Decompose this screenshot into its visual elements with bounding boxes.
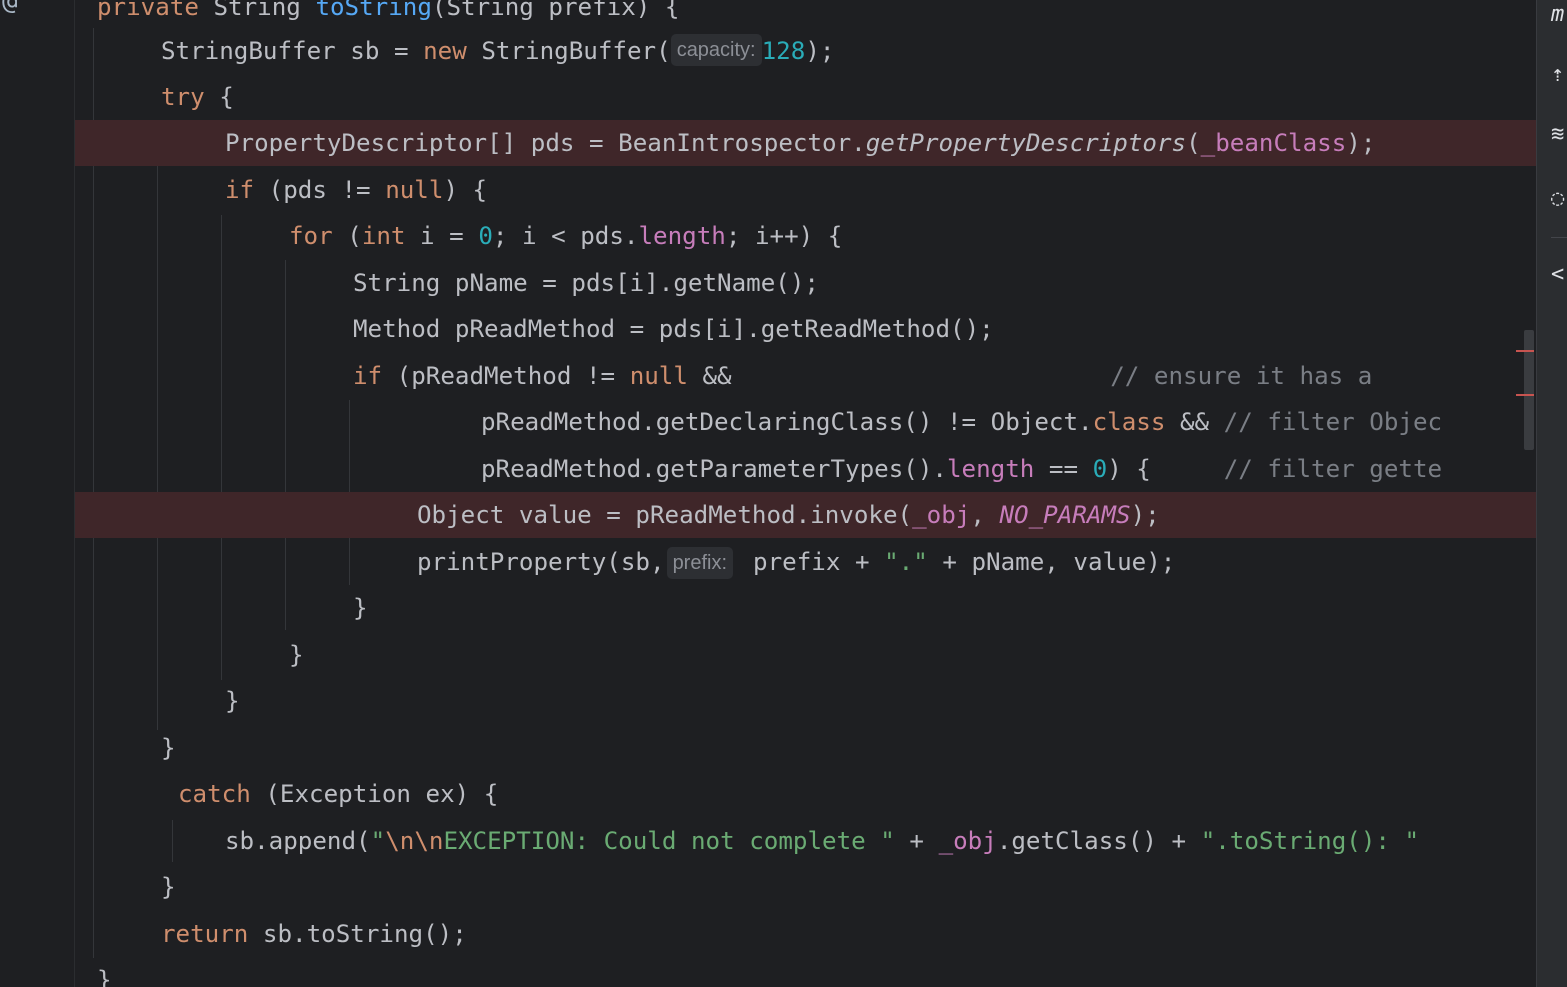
code-line-breakpoint[interactable]: Object value = pReadMethod.invoke(_obj, … [75,492,1536,538]
panel-separator [1551,237,1567,238]
up-arrow-icon[interactable]: ⇡ [1551,62,1564,87]
code-line[interactable]: } [75,725,1536,771]
code-line[interactable]: sb.append("\n\nEXCEPTION: Could not comp… [75,818,1536,864]
code-editor[interactable]: @ private String toString(String prefix)… [0,0,1536,987]
code-area[interactable]: private String toString(String prefix) {… [75,0,1536,987]
share-icon[interactable]: < [1551,262,1564,287]
error-stripe-marker[interactable] [1516,350,1534,352]
m-icon[interactable]: m [1551,2,1564,27]
parameter-hint: prefix: [666,547,734,579]
structure-icon[interactable]: ≋ [1551,122,1564,147]
scrollbar-thumb[interactable] [1524,330,1534,450]
code-line[interactable]: pReadMethod.getDeclaringClass() != Objec… [75,399,1536,445]
code-line[interactable]: return sb.toString(); [75,911,1536,957]
code-line[interactable]: if (pds != null) { [75,167,1536,213]
override-marker-icon[interactable]: @ [2,0,18,16]
gutter[interactable]: @ [0,0,75,987]
code-line[interactable]: } [75,632,1536,678]
lasso-icon[interactable]: ◌ [1551,186,1564,211]
code-line[interactable]: if (pReadMethod != null && // ensure it … [75,353,1536,399]
code-line[interactable]: } [75,957,1536,987]
code-line-breakpoint[interactable]: PropertyDescriptor[] pds = BeanIntrospec… [75,120,1536,166]
code-line[interactable]: printProperty(sb, prefix: prefix + "." + p… [75,539,1536,585]
code-line[interactable]: } [75,585,1536,631]
code-line[interactable]: String pName = pds[i].getName(); [75,260,1536,306]
code-line[interactable]: for (int i = 0; i < pds.length; i++) { [75,213,1536,259]
code-line[interactable]: Method pReadMethod = pds[i].getReadMetho… [75,306,1536,352]
code-line[interactable]: StringBuffer sb = new StringBuffer(capac… [75,28,1536,74]
code-line[interactable]: } [75,678,1536,724]
code-line[interactable]: catch (Exception ex) { [75,771,1536,817]
code-line[interactable]: try { [75,74,1536,120]
code-line[interactable]: pReadMethod.getParameterTypes().length =… [75,446,1536,492]
error-stripe-marker[interactable] [1516,394,1534,396]
code-line[interactable]: } [75,864,1536,910]
code-line[interactable]: private String toString(String prefix) { [75,0,1536,30]
parameter-hint: capacity: [670,34,762,66]
right-tool-panel: m ⇡ ≋ ◌ < [1536,0,1567,987]
